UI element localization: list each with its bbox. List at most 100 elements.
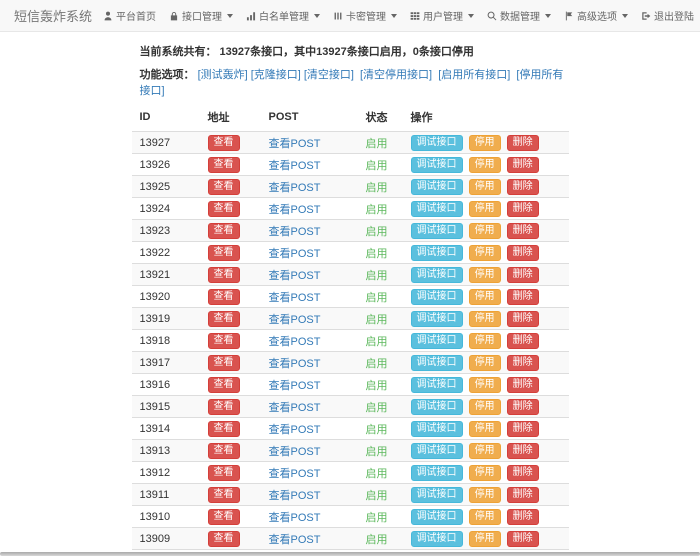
view-post-link[interactable]: 查看POST — [269, 512, 321, 524]
status-enabled-link[interactable]: 启用 — [366, 490, 388, 502]
status-enabled-link[interactable]: 启用 — [366, 446, 388, 458]
disable-button[interactable]: 停用 — [469, 311, 501, 327]
status-enabled-link[interactable]: 启用 — [366, 424, 388, 436]
view-address-button[interactable]: 查看 — [208, 421, 240, 437]
view-address-button[interactable]: 查看 — [208, 179, 240, 195]
view-post-link[interactable]: 查看POST — [269, 358, 321, 370]
clear-disabled-link[interactable]: [清空停用接口] — [360, 69, 432, 81]
status-enabled-link[interactable]: 启用 — [366, 402, 388, 414]
debug-interface-button[interactable]: 调试接口 — [411, 377, 463, 393]
view-post-link[interactable]: 查看POST — [269, 270, 321, 282]
view-post-link[interactable]: 查看POST — [269, 534, 321, 546]
view-address-button[interactable]: 查看 — [208, 377, 240, 393]
delete-button[interactable]: 删除 — [507, 289, 539, 305]
debug-interface-button[interactable]: 调试接口 — [411, 465, 463, 481]
view-address-button[interactable]: 查看 — [208, 509, 240, 525]
disable-button[interactable]: 停用 — [469, 465, 501, 481]
view-address-button[interactable]: 查看 — [208, 443, 240, 459]
disable-button[interactable]: 停用 — [469, 509, 501, 525]
nav-item-user-management[interactable]: 用户管理 — [410, 8, 474, 23]
delete-button[interactable]: 删除 — [507, 421, 539, 437]
view-post-link[interactable]: 查看POST — [269, 468, 321, 480]
delete-button[interactable]: 删除 — [507, 245, 539, 261]
disable-button[interactable]: 停用 — [469, 531, 501, 547]
status-enabled-link[interactable]: 启用 — [366, 182, 388, 194]
view-address-button[interactable]: 查看 — [208, 289, 240, 305]
status-enabled-link[interactable]: 启用 — [366, 204, 388, 216]
nav-item-whitelist-management[interactable]: 白名单管理 — [246, 8, 320, 23]
disable-button[interactable]: 停用 — [469, 179, 501, 195]
view-address-button[interactable]: 查看 — [208, 399, 240, 415]
nav-item-advanced-options[interactable]: 高级选项 — [564, 8, 628, 23]
debug-interface-button[interactable]: 调试接口 — [411, 135, 463, 151]
debug-interface-button[interactable]: 调试接口 — [411, 223, 463, 239]
debug-interface-button[interactable]: 调试接口 — [411, 289, 463, 305]
view-address-button[interactable]: 查看 — [208, 157, 240, 173]
delete-button[interactable]: 删除 — [507, 377, 539, 393]
view-post-link[interactable]: 查看POST — [269, 248, 321, 260]
delete-button[interactable]: 删除 — [507, 267, 539, 283]
view-address-button[interactable]: 查看 — [208, 531, 240, 547]
nav-item-platform-home[interactable]: 平台首页 — [103, 8, 156, 23]
status-enabled-link[interactable]: 启用 — [366, 314, 388, 326]
disable-button[interactable]: 停用 — [469, 333, 501, 349]
debug-interface-button[interactable]: 调试接口 — [411, 487, 463, 503]
view-post-link[interactable]: 查看POST — [269, 138, 321, 150]
view-post-link[interactable]: 查看POST — [269, 402, 321, 414]
status-enabled-link[interactable]: 启用 — [366, 160, 388, 172]
view-address-button[interactable]: 查看 — [208, 223, 240, 239]
debug-interface-button[interactable]: 调试接口 — [411, 157, 463, 173]
status-enabled-link[interactable]: 启用 — [366, 358, 388, 370]
disable-button[interactable]: 停用 — [469, 223, 501, 239]
brand-title[interactable]: 短信轰炸系统 — [14, 6, 92, 25]
status-enabled-link[interactable]: 启用 — [366, 336, 388, 348]
view-post-link[interactable]: 查看POST — [269, 226, 321, 238]
nav-item-data-management[interactable]: 数据管理 — [487, 8, 551, 23]
delete-button[interactable]: 删除 — [507, 465, 539, 481]
status-enabled-link[interactable]: 启用 — [366, 380, 388, 392]
view-post-link[interactable]: 查看POST — [269, 424, 321, 436]
view-post-link[interactable]: 查看POST — [269, 314, 321, 326]
view-post-link[interactable]: 查看POST — [269, 336, 321, 348]
delete-button[interactable]: 删除 — [507, 531, 539, 547]
enable-all-link[interactable]: [启用所有接口] — [438, 69, 510, 81]
status-enabled-link[interactable]: 启用 — [366, 292, 388, 304]
debug-interface-button[interactable]: 调试接口 — [411, 421, 463, 437]
view-address-button[interactable]: 查看 — [208, 333, 240, 349]
clear-interface-link[interactable]: [清空接口] — [304, 69, 354, 81]
view-post-link[interactable]: 查看POST — [269, 182, 321, 194]
disable-button[interactable]: 停用 — [469, 421, 501, 437]
status-enabled-link[interactable]: 启用 — [366, 138, 388, 150]
status-enabled-link[interactable]: 启用 — [366, 468, 388, 480]
view-post-link[interactable]: 查看POST — [269, 160, 321, 172]
test-bomb-link[interactable]: [测试轰炸] — [198, 69, 248, 81]
delete-button[interactable]: 删除 — [507, 487, 539, 503]
clone-interface-link[interactable]: [克隆接口] — [251, 69, 301, 81]
debug-interface-button[interactable]: 调试接口 — [411, 355, 463, 371]
delete-button[interactable]: 删除 — [507, 179, 539, 195]
nav-item-logout[interactable]: 退出登陆 — [641, 8, 694, 23]
view-address-button[interactable]: 查看 — [208, 245, 240, 261]
status-enabled-link[interactable]: 启用 — [366, 534, 388, 546]
disable-button[interactable]: 停用 — [469, 443, 501, 459]
delete-button[interactable]: 删除 — [507, 333, 539, 349]
disable-button[interactable]: 停用 — [469, 289, 501, 305]
view-address-button[interactable]: 查看 — [208, 487, 240, 503]
delete-button[interactable]: 删除 — [507, 311, 539, 327]
nav-item-interface-management[interactable]: 接口管理 — [169, 8, 233, 23]
disable-button[interactable]: 停用 — [469, 157, 501, 173]
delete-button[interactable]: 删除 — [507, 355, 539, 371]
view-address-button[interactable]: 查看 — [208, 135, 240, 151]
disable-button[interactable]: 停用 — [469, 267, 501, 283]
nav-item-card-key-management[interactable]: 卡密管理 — [333, 8, 397, 23]
status-enabled-link[interactable]: 启用 — [366, 512, 388, 524]
disable-button[interactable]: 停用 — [469, 135, 501, 151]
view-address-button[interactable]: 查看 — [208, 355, 240, 371]
disable-button[interactable]: 停用 — [469, 487, 501, 503]
status-enabled-link[interactable]: 启用 — [366, 270, 388, 282]
delete-button[interactable]: 删除 — [507, 509, 539, 525]
debug-interface-button[interactable]: 调试接口 — [411, 245, 463, 261]
debug-interface-button[interactable]: 调试接口 — [411, 179, 463, 195]
debug-interface-button[interactable]: 调试接口 — [411, 443, 463, 459]
disable-button[interactable]: 停用 — [469, 377, 501, 393]
